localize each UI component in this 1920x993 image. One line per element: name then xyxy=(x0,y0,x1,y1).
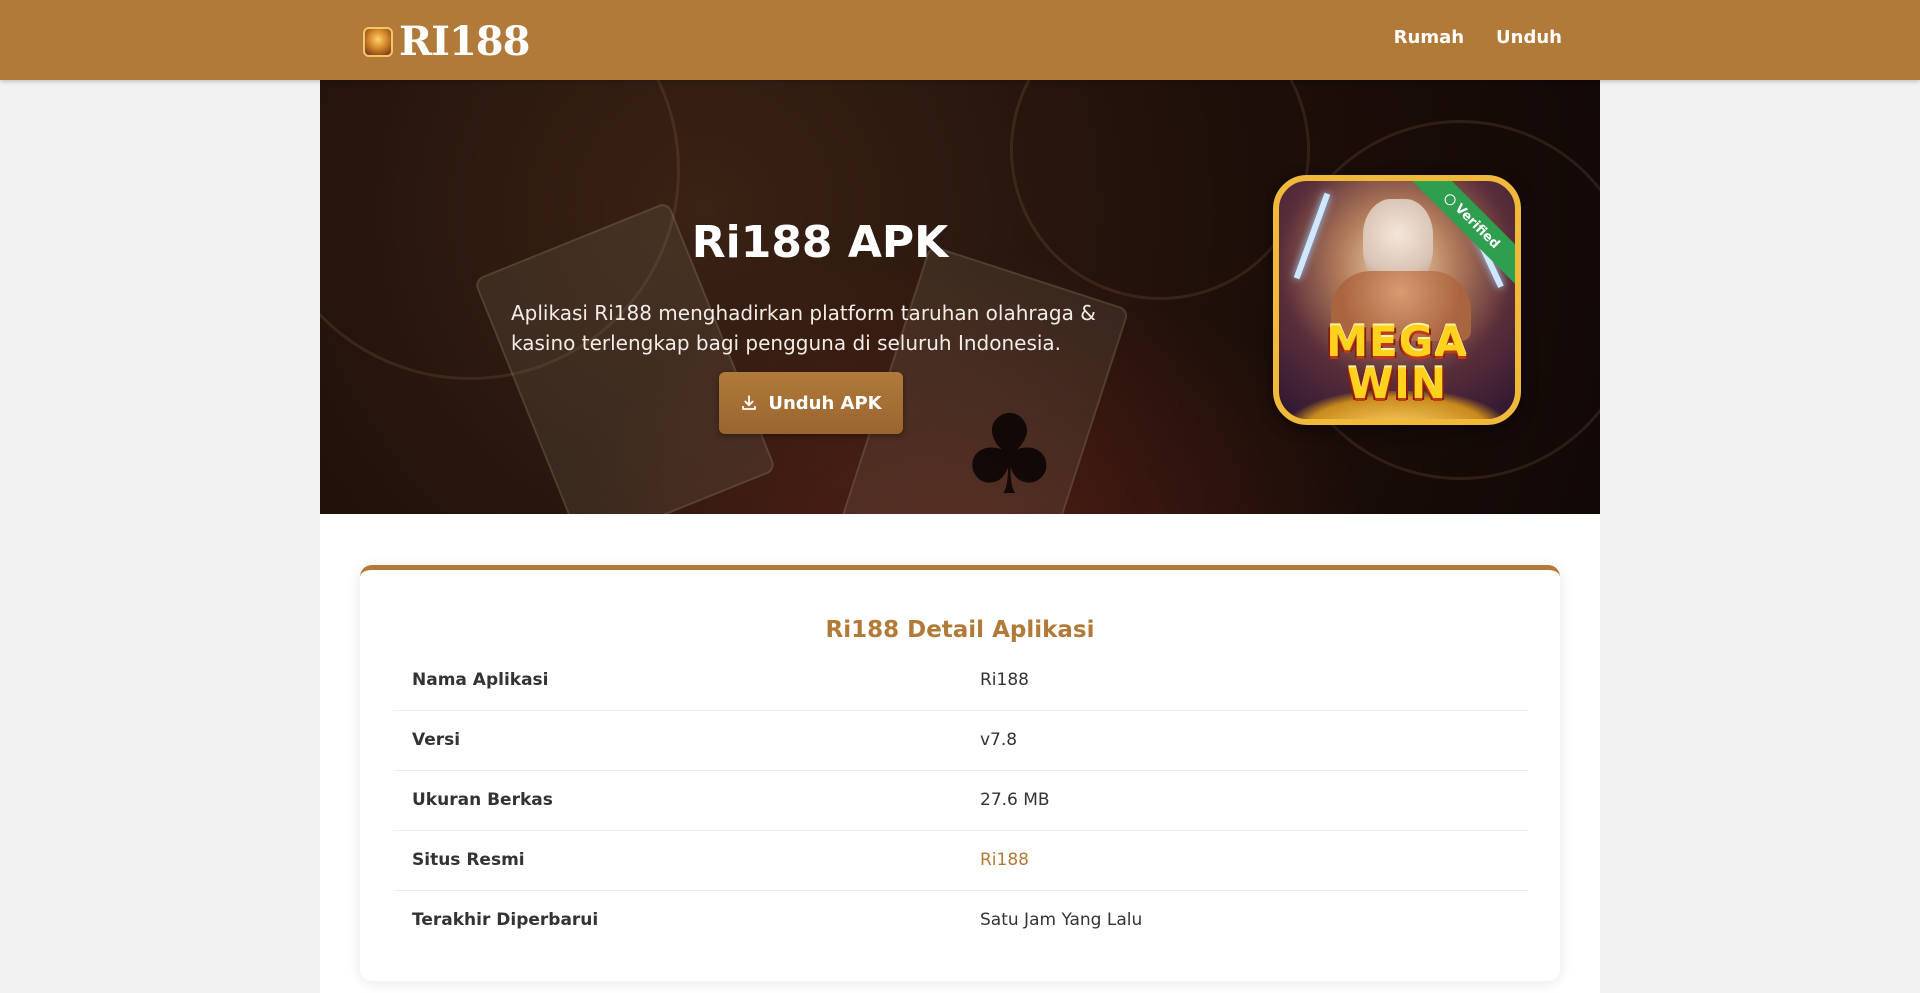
detail-value: Ri188 xyxy=(980,669,1029,690)
detail-title: Ri188 Detail Aplikasi xyxy=(825,617,1095,644)
detail-value: v7.8 xyxy=(980,730,1018,750)
verified-label: Verified xyxy=(1451,200,1503,252)
main-content: ♣ Ri188 APK Aplikasi Ri188 menghadirkan … xyxy=(320,80,1600,993)
table-row: Nama Aplikasi Ri188 xyxy=(394,650,1528,710)
detail-key: Ukuran Berkas xyxy=(412,790,553,810)
download-apk-button[interactable]: Unduh APK xyxy=(719,372,903,434)
detail-value: 27.6 MB xyxy=(980,790,1050,810)
table-row: Ukuran Berkas 27.6 MB xyxy=(394,770,1528,830)
detail-value: Satu Jam Yang Lalu xyxy=(980,910,1143,931)
detail-key: Nama Aplikasi xyxy=(412,669,549,690)
club-suit-icon: ♣ xyxy=(960,391,1059,514)
detail-key: Versi xyxy=(412,730,461,750)
download-apk-label: Unduh APK xyxy=(768,392,882,414)
lightning-bolt xyxy=(1293,192,1331,280)
main-nav: Rumah Unduh xyxy=(1394,27,1562,48)
detail-table: Nama Aplikasi Ri188 Versi v7.8 Ukuran Be… xyxy=(394,650,1528,950)
logo-icon xyxy=(363,27,393,57)
site-header: RI188 Rumah Unduh xyxy=(0,0,1920,80)
app-icon: MEGA WIN Verified xyxy=(1273,175,1521,425)
table-row: Situs Resmi Ri188 xyxy=(394,830,1528,890)
hero-title: Ri188 APK xyxy=(691,217,949,269)
table-row: Terakhir Diperbarui Satu Jam Yang Lalu xyxy=(394,890,1528,950)
hero-section: ♣ Ri188 APK Aplikasi Ri188 menghadirkan … xyxy=(320,80,1600,514)
site-logo[interactable]: RI188 xyxy=(363,18,530,65)
logo-text: RI188 xyxy=(399,18,530,65)
download-icon xyxy=(742,395,757,410)
detail-key: Terakhir Diperbarui xyxy=(412,910,599,931)
detail-key: Situs Resmi xyxy=(412,850,525,870)
app-detail-card: Ri188 Detail Aplikasi Nama Aplikasi Ri18… xyxy=(360,565,1560,981)
table-row: Versi v7.8 xyxy=(394,710,1528,770)
hero-description: Aplikasi Ri188 menghadirkan platform tar… xyxy=(511,301,1096,355)
verified-check-icon xyxy=(1442,191,1459,208)
official-site-link[interactable]: Ri188 xyxy=(980,830,1528,890)
nav-link-unduh[interactable]: Unduh xyxy=(1496,27,1562,48)
nav-link-rumah[interactable]: Rumah xyxy=(1394,27,1464,48)
mega-win-logo: MEGA WIN xyxy=(1326,317,1468,408)
